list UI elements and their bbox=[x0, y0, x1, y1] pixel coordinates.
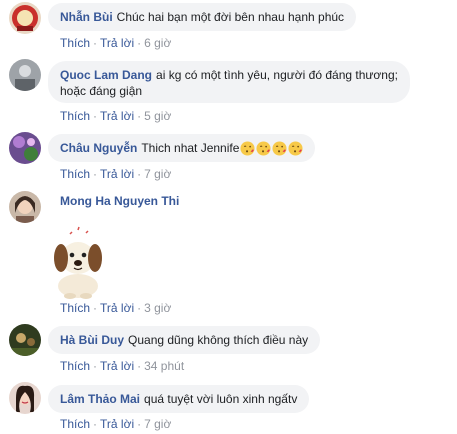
avatar[interactable] bbox=[9, 191, 41, 223]
separator: · bbox=[93, 301, 98, 315]
separator: · bbox=[137, 359, 142, 373]
avatar[interactable] bbox=[9, 382, 41, 414]
comment-actions: Thích · Trả lời · 7 giờ bbox=[60, 167, 171, 181]
kissing-face-heart-icon bbox=[272, 141, 287, 156]
comment-text: Quang dũng không thích điều này bbox=[128, 333, 309, 347]
comment-bubble: Nhẫn Bùi Chúc hai bạn một đời bên nhau hạ… bbox=[48, 3, 357, 31]
comment-actions: Thích · Trả lời · 5 giờ bbox=[60, 109, 171, 123]
avatar[interactable] bbox=[9, 59, 41, 91]
separator: · bbox=[93, 417, 98, 431]
avatar[interactable] bbox=[9, 132, 41, 164]
commenter-name[interactable]: Lâm Thảo Mai bbox=[60, 392, 140, 406]
separator: · bbox=[137, 301, 142, 315]
reply-link[interactable]: Trả lời bbox=[100, 417, 134, 431]
kissing-face-heart-icon bbox=[240, 141, 255, 156]
comment-text: ai kg có một tình yêu, người đó đáng thư… bbox=[156, 68, 398, 82]
timestamp[interactable]: 7 giờ bbox=[144, 167, 171, 181]
comment-text: Chúc hai bạn một đời bên nhau hạnh phúc bbox=[116, 10, 345, 24]
like-link[interactable]: Thích bbox=[60, 36, 90, 50]
reply-link[interactable]: Trả lời bbox=[100, 167, 134, 181]
comment-actions: Thích · Trả lời · 3 giờ bbox=[60, 301, 171, 315]
separator: · bbox=[137, 109, 142, 123]
like-link[interactable]: Thích bbox=[60, 109, 90, 123]
comment-text: quá tuyệt vời luôn xinh ngấtv bbox=[144, 392, 298, 406]
kissing-face-heart-icon bbox=[288, 141, 303, 156]
commenter-name[interactable]: Nhẫn Bùi bbox=[60, 10, 113, 24]
separator: · bbox=[93, 359, 98, 373]
kissing-face-heart-icon bbox=[256, 141, 271, 156]
timestamp[interactable]: 6 giờ bbox=[144, 36, 171, 50]
separator: · bbox=[93, 109, 98, 123]
comment-actions: Thích · Trả lời · 34 phút bbox=[60, 359, 184, 373]
like-link[interactable]: Thích bbox=[60, 301, 90, 315]
comment-bubble: Lâm Thảo Mai quá tuyệt vời luôn xinh ngất… bbox=[48, 385, 310, 413]
reply-link[interactable]: Trả lời bbox=[100, 109, 134, 123]
comment-actions: Thích · Trả lời · 7 giờ bbox=[60, 417, 171, 431]
comment-text: Thich nhat Jennife bbox=[141, 141, 240, 155]
dog-sticker[interactable] bbox=[48, 224, 108, 300]
like-link[interactable]: Thích bbox=[60, 417, 90, 431]
avatar[interactable] bbox=[9, 2, 41, 34]
reply-link[interactable]: Trả lời bbox=[100, 301, 134, 315]
separator: · bbox=[137, 36, 142, 50]
separator: · bbox=[137, 167, 142, 181]
comment-bubble: Châu Nguyễn Thich nhat Jennife bbox=[48, 134, 316, 162]
avatar[interactable] bbox=[9, 324, 41, 356]
like-link[interactable]: Thích bbox=[60, 167, 90, 181]
timestamp[interactable]: 34 phút bbox=[144, 359, 184, 373]
comment-author-line: Mong Ha Nguyen Thi bbox=[60, 194, 183, 208]
timestamp[interactable]: 3 giờ bbox=[144, 301, 171, 315]
timestamp[interactable]: 5 giờ bbox=[144, 109, 171, 123]
commenter-name[interactable]: Quoc Lam Dang bbox=[60, 68, 152, 82]
comment-text: hoặc đáng giận bbox=[60, 84, 143, 98]
comment-bubble: Hà Bùi Duy Quang dũng không thích điều nà… bbox=[48, 326, 321, 354]
reply-link[interactable]: Trả lời bbox=[100, 36, 134, 50]
commenter-name[interactable]: Châu Nguyễn bbox=[60, 141, 137, 155]
commenter-name[interactable]: Hà Bùi Duy bbox=[60, 333, 124, 347]
reply-link[interactable]: Trả lời bbox=[100, 359, 134, 373]
commenter-name[interactable]: Mong Ha Nguyen Thi bbox=[60, 194, 179, 208]
timestamp[interactable]: 7 giờ bbox=[144, 417, 171, 431]
separator: · bbox=[93, 36, 98, 50]
like-link[interactable]: Thích bbox=[60, 359, 90, 373]
separator: · bbox=[137, 417, 142, 431]
comment-bubble: Quoc Lam Dang ai kg có một tình yêu, ngườ… bbox=[48, 61, 410, 103]
separator: · bbox=[93, 167, 98, 181]
comment-actions: Thích · Trả lời · 6 giờ bbox=[60, 36, 171, 50]
